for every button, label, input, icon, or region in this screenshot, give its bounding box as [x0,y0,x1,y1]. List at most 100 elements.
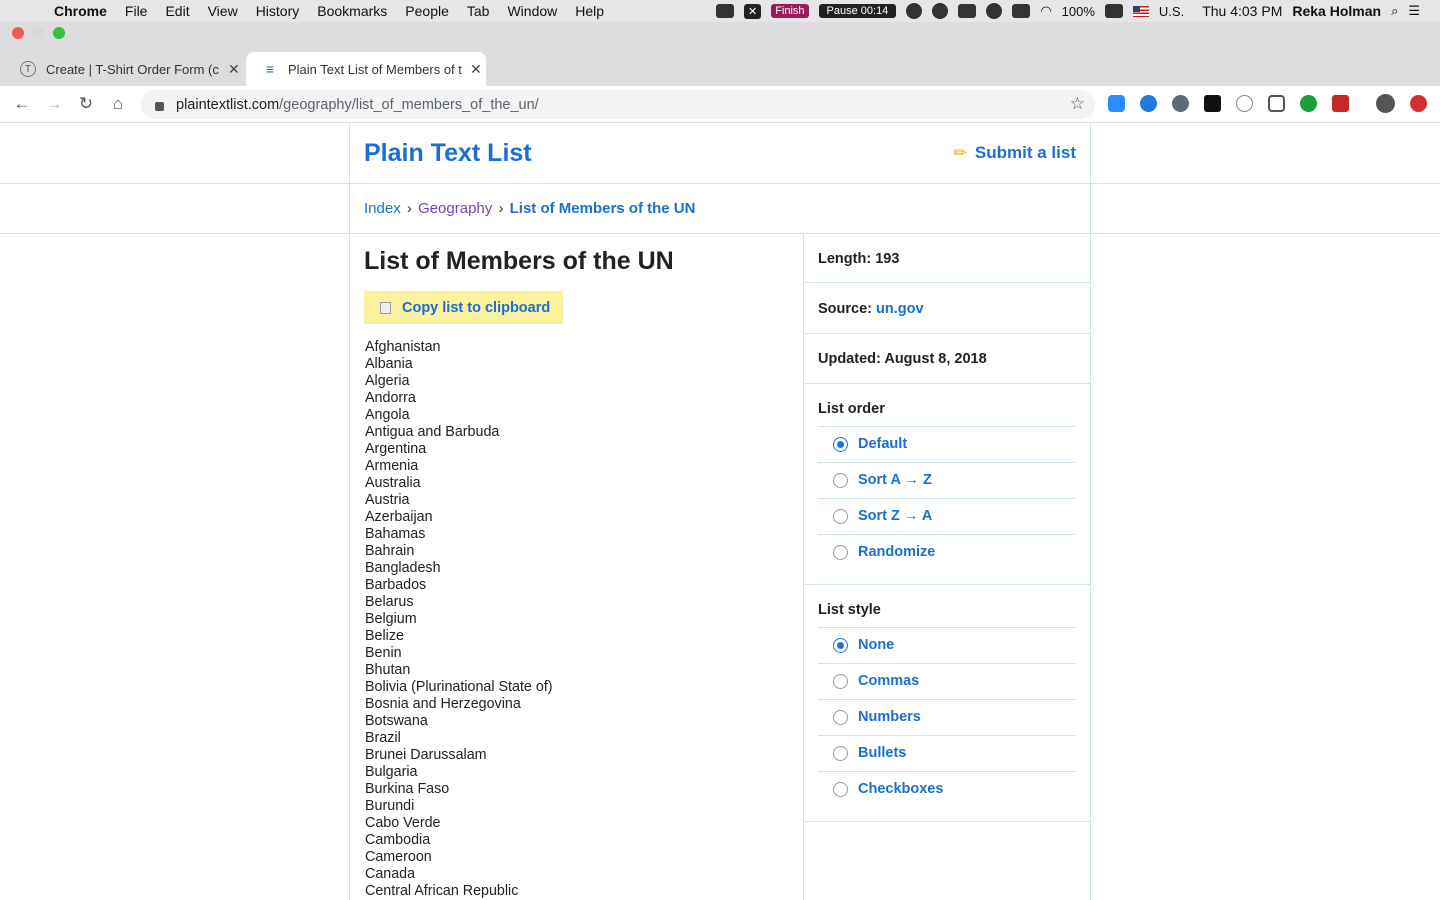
wifi-icon[interactable]: ◠ [1040,3,1051,19]
home-icon[interactable]: ⌂ [107,93,129,115]
option-label: Commas [858,673,920,689]
camera-off-icon[interactable] [715,4,734,18]
copy-to-clipboard-button[interactable]: Copy list to clipboard [364,291,563,324]
finish-button[interactable]: Finish [771,4,809,18]
list-item: Austria [365,492,410,508]
breadcrumb-index[interactable]: Index [364,200,401,217]
list-item: Burundi [365,798,415,814]
close-recording-icon[interactable]: ✕ [743,3,762,19]
tab-plain-text-list[interactable]: ≡ Plain Text List of Members of t ✕ [246,52,486,86]
forward-icon[interactable]: → [43,93,65,115]
list-item: Benin [365,645,402,661]
breadcrumb: Index › Geography › List of Members of t… [364,200,695,217]
option-divider [818,534,1076,535]
menu-history[interactable]: History [247,3,309,19]
menu-app-chrome[interactable]: Chrome [54,3,116,19]
pocket-icon[interactable] [1268,95,1285,112]
spotlight-search-icon[interactable]: ⌕ [1391,3,1398,19]
order-option-sort-a-z[interactable]: Sort A → Z [833,472,932,488]
lock-icon[interactable] [155,102,164,111]
menu-view[interactable]: View [199,3,247,19]
site-logo[interactable]: Plain Text List [364,139,532,168]
length-label: Length: [818,251,872,267]
radio-button[interactable] [833,709,848,725]
menu-window[interactable]: Window [498,3,566,19]
bookmark-star-icon[interactable]: ☆ [1070,94,1085,114]
zoom-window-icon[interactable] [53,27,65,39]
airplay-icon[interactable] [1012,4,1031,18]
list-item: Belgium [365,611,417,627]
radio-button[interactable] [833,544,848,560]
cloud-icon[interactable] [906,3,923,19]
radio-button[interactable] [833,508,848,524]
extension-icon[interactable] [1172,95,1189,112]
profile-avatar[interactable] [1376,94,1395,113]
notification-center-icon[interactable]: ☰ [1408,3,1420,19]
radio-selected[interactable] [833,436,848,452]
list-style-title: List style [818,602,881,618]
submit-list-link[interactable]: ✏ Submit a list [954,143,1076,163]
menu-help[interactable]: Help [566,3,613,19]
length-value: 193 [875,251,900,267]
list-item: Australia [365,475,421,491]
url-domain: plaintextlist.com [176,96,280,113]
order-option-sort-z-a[interactable]: Sort Z → A [833,508,932,524]
extension-icon[interactable] [1140,95,1157,112]
close-tab-icon[interactable]: ✕ [228,61,240,78]
list-item: Central African Republic [365,883,519,899]
grammarly-icon[interactable] [1300,95,1317,112]
style-option-checkboxes[interactable]: Checkboxes [833,781,943,797]
menu-tab[interactable]: Tab [458,3,499,19]
radio-button[interactable] [833,781,848,797]
radio-selected[interactable] [833,637,848,653]
breadcrumb-geography[interactable]: Geography [418,200,492,217]
radio-button[interactable] [833,472,848,488]
breadcrumb-current[interactable]: List of Members of the UN [510,200,696,217]
source-link[interactable]: un.gov [876,301,924,317]
onepassword-icon[interactable] [986,3,1003,19]
minimize-window-icon[interactable] [32,27,44,39]
list-item: Albania [365,356,413,372]
us-flag-icon[interactable] [1132,5,1149,17]
menu-file[interactable]: File [116,3,157,19]
pause-timer-button[interactable]: Pause 00:14 [818,4,897,18]
option-divider [818,627,1076,628]
creative-cloud-icon[interactable] [932,3,949,19]
reload-icon[interactable]: ↻ [75,93,97,115]
input-source[interactable]: U.S. [1159,4,1184,19]
menu-people[interactable]: People [396,3,458,19]
order-option-randomize[interactable]: Randomize [833,544,935,560]
clock[interactable]: Thu 4:03 PM [1202,3,1282,19]
menu-edit[interactable]: Edit [156,3,198,19]
copy-button-label: Copy list to clipboard [402,299,551,316]
option-label: Default [858,436,908,452]
sidebar-divider [804,821,1090,822]
tab-title: Create | T-Shirt Order Form (c [46,61,219,77]
zoom-extension-icon[interactable] [1108,95,1125,112]
style-option-commas[interactable]: Commas [833,673,919,689]
style-option-numbers[interactable]: Numbers [833,709,921,725]
radio-button[interactable] [833,745,848,761]
user-name[interactable]: Reka Holman [1292,3,1381,19]
style-option-bullets[interactable]: Bullets [833,745,906,761]
list-item: Cambodia [365,832,431,848]
address-bar[interactable]: plaintextlist.com/geography/list_of_memb… [141,90,1095,119]
back-icon[interactable]: ← [11,93,33,115]
radio-button[interactable] [833,673,848,689]
close-tab-icon[interactable]: ✕ [470,61,482,78]
option-label: Randomize [858,544,936,560]
battery-icon[interactable] [1104,4,1123,18]
close-window-icon[interactable] [12,27,24,39]
extension-badge-icon[interactable] [1332,95,1349,112]
list-order-title: List order [818,401,885,417]
list-item: Antigua and Barbuda [365,424,500,440]
order-option-default[interactable]: Default [833,436,907,452]
style-option-none[interactable]: None [833,637,894,653]
extension-icon[interactable] [1236,95,1253,112]
malwarebytes-icon[interactable] [958,4,977,18]
sidebar-divider [804,282,1090,283]
notion-icon[interactable] [1204,95,1221,112]
menu-bookmarks[interactable]: Bookmarks [308,3,396,19]
tab-tshirt-order-form[interactable]: T Create | T-Shirt Order Form (c ✕ [4,52,244,86]
update-icon[interactable] [1410,95,1427,112]
